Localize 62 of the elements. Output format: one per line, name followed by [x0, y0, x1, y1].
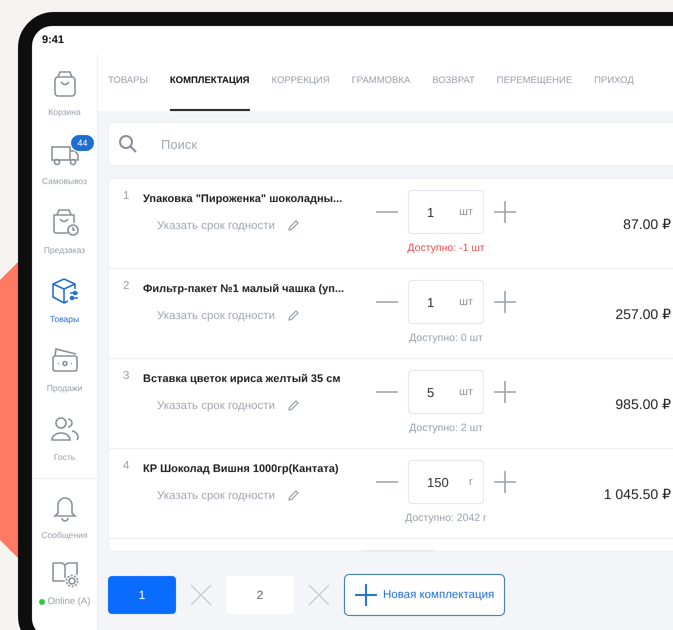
- sidebar-item[interactable]: Продажи: [32, 334, 97, 403]
- availability-text: Доступно: -1 шт: [407, 242, 485, 254]
- availability-text: Доступно: 2 шт: [409, 422, 483, 434]
- count-badge: 44: [70, 134, 94, 152]
- availability-text: Доступно: 2042 г: [405, 512, 487, 524]
- pencil-icon[interactable]: [286, 489, 300, 502]
- tab[interactable]: ПЕРЕМЕЩЕНИЕ: [496, 54, 572, 111]
- sidebar-item[interactable]: Сообщения: [32, 481, 97, 550]
- plus-icon[interactable]: [494, 471, 516, 493]
- row-number: 4: [123, 460, 130, 472]
- sidebar-item[interactable]: Гость: [32, 403, 97, 472]
- sidebar-item[interactable]: Корзина: [32, 58, 97, 127]
- sidebar-item[interactable]: Предзаказ: [32, 196, 97, 265]
- plus-icon[interactable]: [494, 201, 516, 223]
- tab[interactable]: ТОВАРЫ: [108, 54, 148, 111]
- sidebar-item[interactable]: Товары: [32, 265, 97, 334]
- search-field[interactable]: Поиск: [108, 122, 673, 166]
- row-number: 2: [123, 280, 130, 292]
- quantity-field[interactable]: 1 шт: [408, 190, 484, 234]
- product-name: Упаковка "Пироженка" шоколадны...: [143, 193, 344, 205]
- plus-icon: [355, 584, 377, 606]
- tab[interactable]: ВОЗВРАТ: [432, 54, 475, 111]
- minus-icon[interactable]: [376, 300, 398, 304]
- tab[interactable]: КОРРЕКЦИЯ: [272, 54, 330, 111]
- product-name: КР Шоколад Вишня 1000гр(Кантата): [143, 463, 340, 475]
- minus-icon[interactable]: [376, 390, 398, 394]
- connection-status: Online (A): [48, 596, 90, 607]
- quantity-field[interactable]: 150 г: [408, 460, 484, 504]
- close-icon[interactable]: [308, 584, 330, 606]
- plus-icon[interactable]: [494, 291, 516, 313]
- quantity-field[interactable]: 1 шт: [408, 280, 484, 324]
- price: 1 045.50 ₽: [604, 485, 671, 503]
- status-time: 9:41: [42, 34, 64, 46]
- product-name: Вставка цветок ириса желтый 35 см: [143, 373, 342, 385]
- bundle-tab[interactable]: 2: [226, 576, 294, 614]
- tab[interactable]: КОМПЛЕКТАЦИЯ: [170, 54, 250, 111]
- box-icon: [50, 276, 80, 306]
- tab[interactable]: ПРИХОД: [594, 54, 634, 111]
- minus-icon[interactable]: [376, 210, 398, 214]
- row-number: 3: [123, 370, 130, 382]
- new-bundle-button[interactable]: Новая комплектация: [344, 574, 506, 616]
- tab[interactable]: ГРАММОВКА: [352, 54, 410, 111]
- row-number: 1: [123, 190, 130, 202]
- sidebar-item[interactable]: 44 Самовывоз: [32, 127, 97, 196]
- search-icon: [118, 134, 138, 154]
- expiry-link[interactable]: Указать срок годности: [157, 400, 275, 412]
- expiry-link[interactable]: Указать срок годности: [157, 310, 275, 322]
- plus-icon[interactable]: [494, 381, 516, 403]
- quantity-field[interactable]: 5 шт: [408, 370, 484, 414]
- availability-text: Доступно: 0 шт: [409, 332, 483, 344]
- expiry-link[interactable]: Указать срок годности: [157, 220, 275, 232]
- bundle-tab[interactable]: 1: [108, 576, 176, 614]
- pencil-icon[interactable]: [286, 219, 300, 232]
- price: 257.00 ₽: [615, 305, 671, 323]
- price: 985.00 ₽: [615, 395, 671, 413]
- minus-icon[interactable]: [376, 480, 398, 484]
- close-icon[interactable]: [190, 584, 212, 606]
- product-name: Фильтр-пакет №1 малый чашка (уп...: [143, 283, 346, 295]
- expiry-link[interactable]: Указать срок годности: [157, 490, 275, 502]
- pencil-icon[interactable]: [286, 399, 300, 412]
- pencil-icon[interactable]: [286, 309, 300, 322]
- price: 87.00 ₽: [623, 215, 671, 233]
